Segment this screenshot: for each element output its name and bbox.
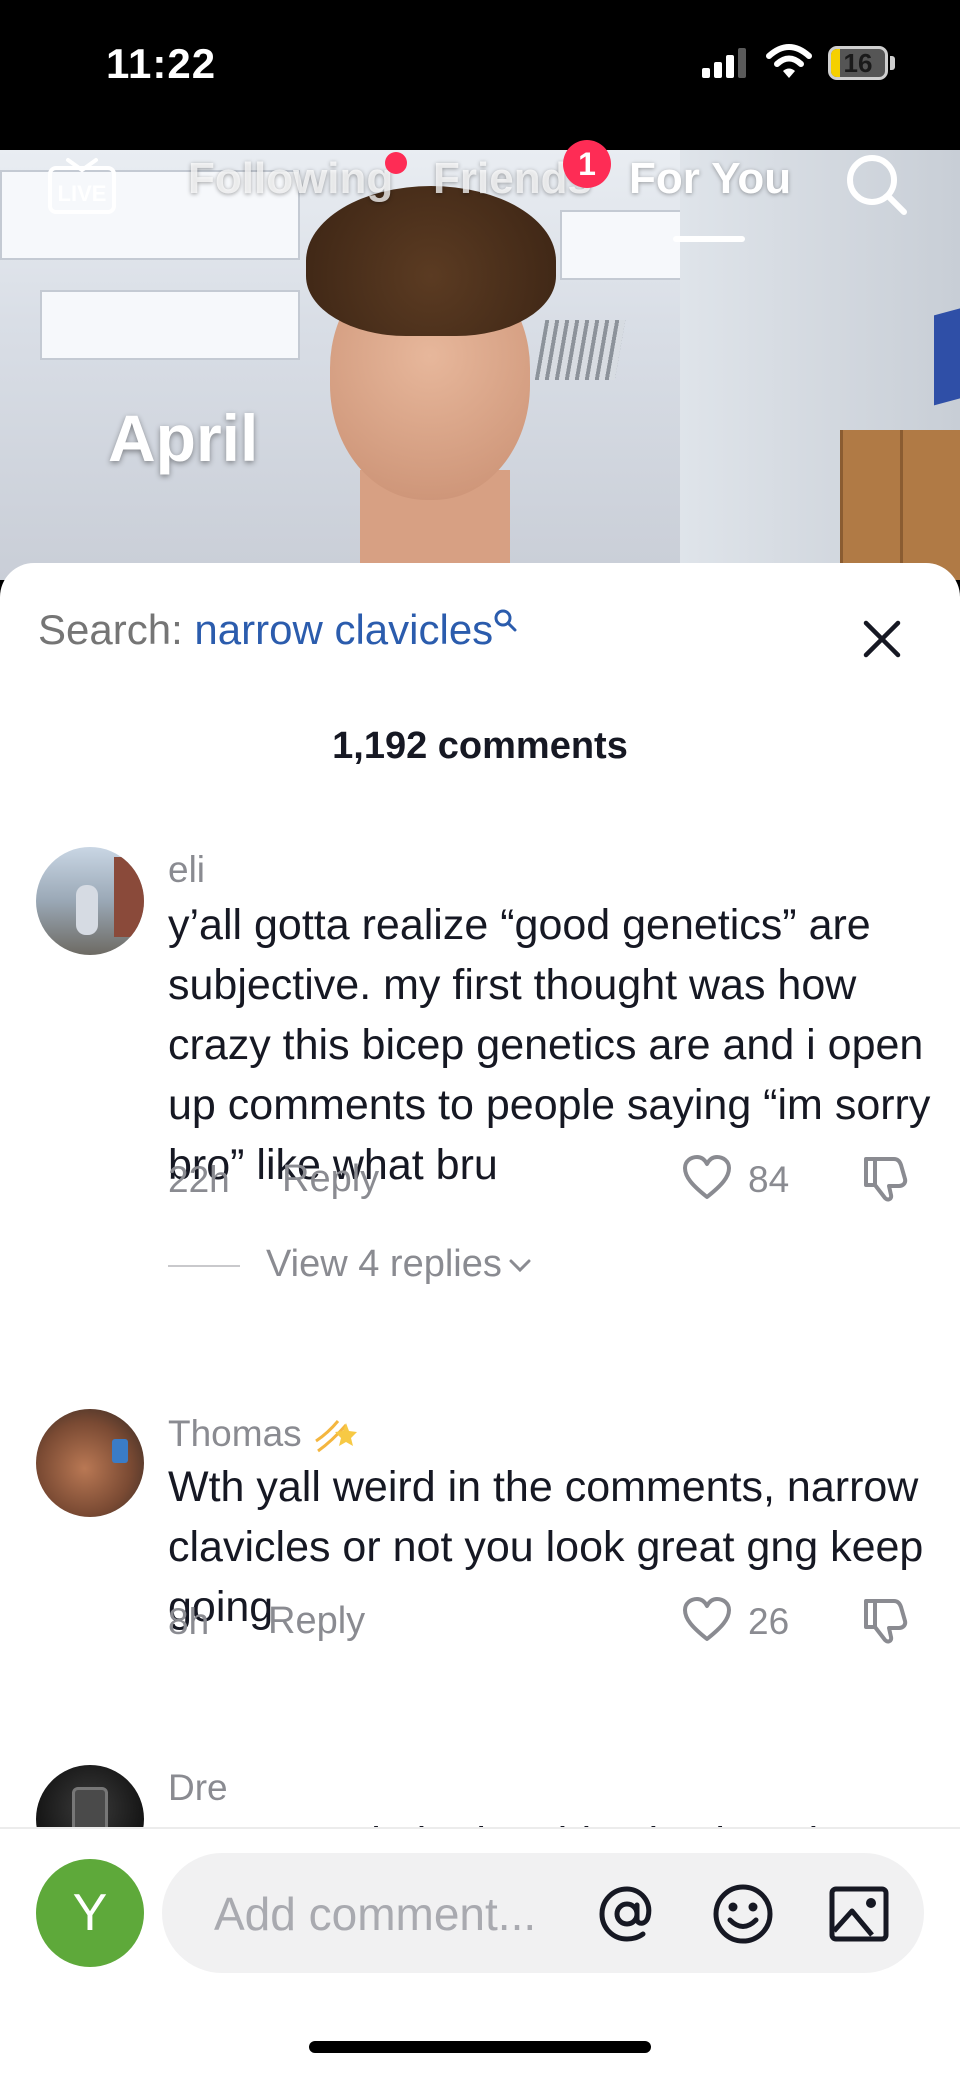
status-time: 11:22 [106,40,217,87]
active-tab-indicator [673,236,745,242]
locker [900,430,960,580]
replies-divider [168,1264,240,1267]
comment-count: 1,192 comments [332,725,628,767]
search-small-icon [494,609,517,632]
avatar[interactable] [36,1409,144,1517]
image-icon[interactable] [826,1881,892,1947]
heart-icon[interactable] [682,1155,732,1201]
avatar-building [114,857,144,937]
search-prefix: Search: [38,606,183,653]
comment-time: 8h [168,1601,210,1642]
avatar-phone [112,1439,128,1463]
tab-for-you[interactable]: For You [629,154,791,204]
comment-text: y’all gotta realize “good genetics” are … [168,901,931,1189]
search-term-link[interactable]: narrow clavicles [194,606,493,653]
battery-percent: 16 [843,48,873,78]
friends-badge: 1 [563,140,611,188]
avatar[interactable] [36,1765,144,1833]
comment-input-placeholder: Add comment... [214,1888,537,1940]
comment-username[interactable]: Dre [168,1767,228,1809]
heart-icon[interactable] [682,1597,732,1643]
search-suggestion[interactable]: Search: narrow clavicles [38,606,517,654]
reply-button[interactable]: Reply [282,1158,379,1201]
cellular-signal-icon [702,48,746,78]
avatar-figure [76,885,98,935]
avatar[interactable] [36,847,144,955]
video-caption: April [108,401,259,475]
chevron-down-icon [509,1259,531,1273]
live-tv-icon[interactable]: LIVE [46,148,118,216]
search-icon[interactable] [842,150,912,220]
reply-button[interactable]: Reply [268,1600,365,1643]
wall-sign [934,304,960,406]
view-replies-button[interactable]: View 4 replies [168,1243,532,1286]
svg-text:LIVE: LIVE [58,181,107,206]
emoji-icon[interactable] [710,1881,776,1947]
comments-list[interactable]: eli y’all gotta realize “good genetics” … [0,803,960,1833]
battery-tip [890,56,895,70]
like-count: 26 [748,1601,790,1642]
comment-input[interactable]: Add comment... [162,1853,924,1973]
comment-username[interactable]: Thomas [168,1411,362,1461]
comment-input-bar: Y Add comment... [0,1827,960,2079]
comment-username[interactable]: eli [168,849,205,891]
battery-indicator: 16 [828,46,888,80]
following-notification-dot [385,152,407,174]
current-user-avatar[interactable]: Y [36,1859,144,1967]
like-count: 84 [748,1159,790,1200]
home-indicator [309,2041,651,2053]
mention-icon[interactable] [594,1881,660,1947]
comment-time: 22h [168,1159,230,1200]
thumbs-down-icon[interactable] [860,1595,910,1645]
comment-username-label: Thomas [168,1412,302,1454]
ceiling-vent [534,320,626,380]
thumbs-down-icon[interactable] [860,1153,910,1203]
dizzy-star-icon [315,1420,357,1453]
locker [840,430,900,580]
wifi-icon [766,44,812,78]
status-bar: 11:22 16 [0,0,960,150]
tab-following[interactable]: Following [188,154,393,204]
view-replies-label: View 4 replies [266,1243,502,1285]
ceiling-panel [40,290,300,360]
close-icon[interactable] [858,615,906,663]
